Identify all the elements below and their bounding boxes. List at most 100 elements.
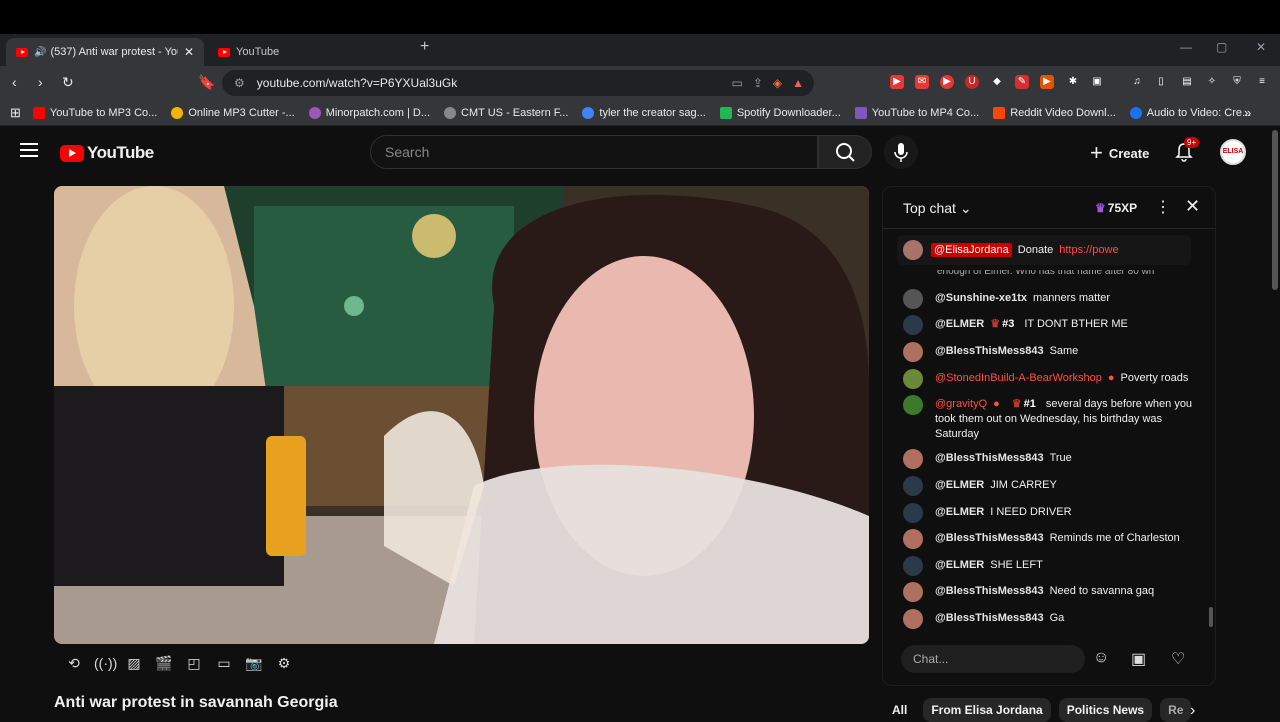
speaker-icon[interactable]: 🔊 (34, 47, 46, 58)
chat-author: @BlessThisMess843 (935, 452, 1044, 464)
chip-more[interactable]: Re (1160, 698, 1192, 722)
xp-badge[interactable]: ♛ 75XP (1095, 201, 1137, 215)
extension-mail-icon[interactable]: ✉ (915, 75, 929, 89)
hide-icon[interactable]: ▨ (124, 655, 144, 672)
notification-badge: 9+ (1184, 137, 1200, 148)
rewards-icon[interactable]: ▲ (792, 76, 804, 90)
avatar (903, 529, 923, 549)
chat-message[interactable]: @BlessThisMess843 Need to savanna gaq (903, 582, 1193, 602)
apps-grid-icon[interactable]: ⊞ (10, 105, 21, 121)
cast-icon[interactable]: ▭ (731, 76, 742, 90)
search-button[interactable] (818, 135, 872, 169)
leo-icon[interactable]: ✧ (1205, 75, 1219, 89)
back-icon[interactable]: ‹ (12, 74, 17, 90)
guide-menu-icon[interactable] (20, 143, 38, 157)
more-bookmarks-icon[interactable]: » (1244, 105, 1251, 120)
minimize-icon[interactable]: — (1180, 40, 1192, 54)
tab-inactive[interactable]: YouTube (208, 38, 408, 66)
brave-shield-icon[interactable]: ◈ (773, 76, 782, 90)
extension-box-icon[interactable]: ▣ (1090, 75, 1104, 89)
chip-politics[interactable]: Politics News (1058, 698, 1153, 722)
chat-message[interactable]: @ELMER SHE LEFT (903, 556, 1193, 576)
chat-message[interactable]: @ELMER I NEED DRIVER (903, 503, 1193, 523)
notifications-button[interactable]: 9+ (1174, 137, 1200, 167)
search-icon (836, 143, 855, 162)
close-chat-icon[interactable]: ✕ (1185, 196, 1200, 217)
chip-from-channel[interactable]: From Elisa Jordana (923, 698, 1051, 722)
sidebar-icon[interactable]: ▯ (1154, 75, 1168, 89)
new-tab-button[interactable]: + (420, 38, 429, 56)
bookmark-item[interactable]: Online MP3 Cutter -... (171, 106, 295, 119)
chat-text: SHE LEFT (990, 559, 1043, 571)
chat-message[interactable]: @BlessThisMess843 Reminds me of Charlesto… (903, 529, 1193, 549)
chat-author: @ELMER (935, 479, 985, 491)
voice-search-button[interactable] (884, 135, 918, 169)
gift-rank-badge: #3 (990, 318, 1014, 330)
search-input[interactable]: Search (370, 135, 818, 169)
vpn-icon[interactable]: ⛨ (1230, 75, 1244, 89)
chat-message[interactable]: @ELMER #3 IT DONT BTHER ME (903, 315, 1193, 335)
media-icon[interactable]: ♫ (1130, 75, 1144, 89)
window-close-icon[interactable]: ✕ (1256, 40, 1266, 54)
share-icon[interactable]: ⇪ (753, 76, 763, 90)
chips-next-icon[interactable]: › (1190, 702, 1195, 720)
wallet-icon[interactable]: ▤ (1180, 75, 1194, 89)
youtube-header: YouTube Search + Create 9+ ELISA (0, 127, 1280, 179)
bookmark-item[interactable]: YouTube to MP3 Co... (32, 106, 157, 119)
video-player[interactable] (54, 186, 869, 644)
address-bar[interactable]: ⚙ youtube.com/watch?v=P6YXUal3uGk ▭ ⇪ ◈ … (222, 70, 814, 96)
screenshot-icon[interactable]: 📷 (244, 655, 264, 672)
chat-message[interactable]: @BlessThisMess843 True (903, 449, 1193, 469)
account-avatar[interactable]: ELISA (1220, 139, 1246, 165)
site-info-icon[interactable]: ⚙ (234, 76, 245, 90)
bookmark-item[interactable]: Spotify Downloader... (719, 106, 841, 119)
chat-message[interactable]: @BlessThisMess843 Same (903, 342, 1193, 362)
reload-icon[interactable]: ↻ (62, 74, 74, 91)
chat-input[interactable]: Chat... (901, 645, 1085, 673)
chat-message[interactable]: @BlessThisMess843 Ga (903, 609, 1193, 629)
bookmark-item[interactable]: Audio to Video: Cre... (1129, 106, 1252, 119)
menu-icon[interactable]: ≡ (1255, 75, 1269, 89)
chip-all[interactable]: All (884, 698, 916, 722)
extension-pen-icon[interactable]: ✎ (1015, 75, 1029, 89)
bookmark-item[interactable]: tyler the creator sag... (582, 106, 706, 119)
create-button[interactable]: + Create (1082, 137, 1157, 169)
bookmark-label: Audio to Video: Cre... (1146, 106, 1252, 119)
maximize-icon[interactable]: ▢ (1216, 40, 1227, 54)
extension-play-icon[interactable]: ▶ (940, 75, 954, 89)
tab-active[interactable]: 🔊 (537) Anti war protest - YouTube ✕ (6, 38, 204, 66)
extensions-puzzle-icon[interactable]: ✱ (1066, 75, 1080, 89)
extension-youtube-icon[interactable]: ▶ (890, 75, 904, 89)
page-scrollbar[interactable] (1272, 130, 1278, 290)
bookmark-label: Reddit Video Downl... (1010, 106, 1116, 119)
theater-icon[interactable]: ▭ (214, 655, 234, 672)
broadcast-icon[interactable]: ((·)) (94, 655, 117, 672)
chat-message[interactable]: @StonedInBuild-A-BearWorkshop ● Poverty ro… (903, 369, 1193, 389)
heart-icon[interactable]: ♡ (1171, 649, 1185, 669)
pinned-link[interactable]: https://powe (1059, 244, 1118, 256)
more-options-icon[interactable]: ⋮ (1155, 197, 1171, 217)
close-tab-icon[interactable]: ✕ (184, 45, 194, 59)
settings-gear-icon[interactable]: ⚙ (274, 655, 294, 672)
bookmark-item[interactable]: CMT US - Eastern F... (444, 106, 568, 119)
chat-message[interactable]: @Sunshine-xe1tx manners matter (903, 289, 1193, 309)
pip-icon[interactable]: ◰ (184, 655, 204, 672)
super-chat-icon[interactable]: ▣ (1131, 649, 1146, 669)
chat-message[interactable]: @ELMER JIM CARREY (903, 476, 1193, 496)
bookmark-icon[interactable]: 🔖 (198, 74, 215, 91)
chat-message[interactable]: @gravityQ●#1several days before when you… (903, 395, 1193, 442)
bookmark-item[interactable]: Reddit Video Downl... (993, 106, 1116, 119)
extension-diamond-icon[interactable]: ◆ (990, 75, 1004, 89)
youtube-logo[interactable]: YouTube (60, 143, 154, 163)
top-chat-dropdown[interactable]: Top chat ⌄ (903, 200, 972, 217)
pinned-message[interactable]: @ElisaJordana Donate https://powe (897, 235, 1191, 265)
emoji-icon[interactable]: ☺ (1093, 649, 1109, 667)
forward-icon[interactable]: › (38, 74, 43, 90)
bookmark-item[interactable]: YouTube to MP4 Co... (854, 106, 979, 119)
extension-video-icon[interactable]: ▶ (1040, 75, 1054, 89)
extension-u-icon[interactable]: U (965, 75, 979, 89)
chat-scrollbar[interactable] (1209, 607, 1213, 627)
clip-icon[interactable]: 🎬 (154, 655, 174, 672)
loop-icon[interactable]: ⟲ (64, 655, 84, 672)
bookmark-item[interactable]: Minorpatch.com | D... (308, 106, 430, 119)
